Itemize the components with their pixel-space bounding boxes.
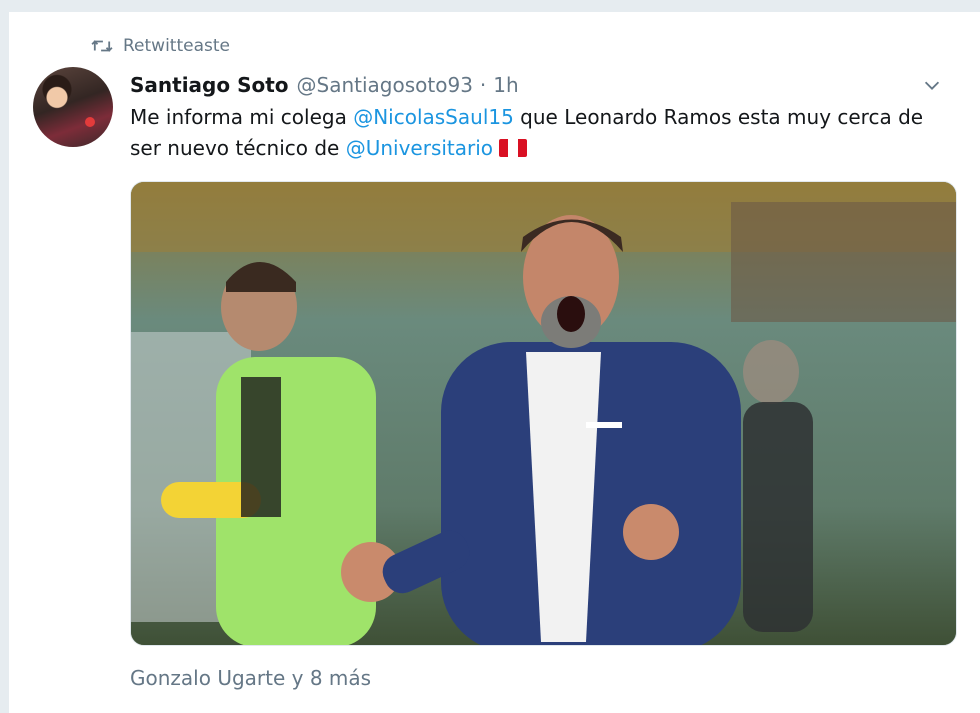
author-name[interactable]: Santiago Soto <box>130 73 289 97</box>
tweet-text-part1: Me informa mi colega <box>130 105 354 129</box>
chevron-down-icon[interactable] <box>921 74 943 96</box>
microphone-icon <box>85 117 95 127</box>
avatar[interactable] <box>33 67 113 147</box>
likes-summary[interactable]: Gonzalo Ugarte y 8 más <box>130 666 371 690</box>
tweet-card[interactable]: Retwitteaste Santiago Soto @Santiagosoto… <box>8 11 980 713</box>
retweet-label: Retwitteaste <box>123 36 230 56</box>
mention-link[interactable]: @NicolasSaul15 <box>353 105 514 129</box>
retweet-context: Retwitteaste <box>91 34 230 58</box>
mention-link[interactable]: @Universitario <box>346 136 493 160</box>
retweet-icon <box>91 40 113 52</box>
peru-flag-icon <box>499 139 528 157</box>
separator: · <box>479 73 487 97</box>
timestamp[interactable]: 1h <box>493 73 518 97</box>
photo-image <box>131 182 956 645</box>
tweet-header: Santiago Soto @Santiagosoto93 · 1h <box>130 70 951 100</box>
tweet-text: Me informa mi colega @NicolasSaul15 que … <box>130 102 960 164</box>
author-handle[interactable]: @Santiagosoto93 <box>297 73 473 97</box>
tweet-photo[interactable] <box>130 181 957 646</box>
